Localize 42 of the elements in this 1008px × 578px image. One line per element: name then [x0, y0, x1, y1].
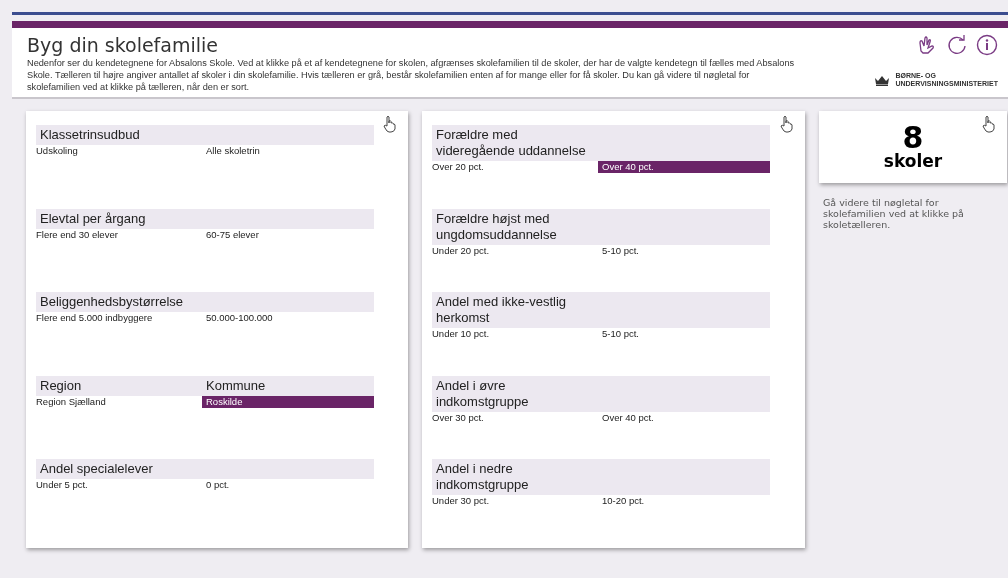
criterion-value[interactable]: Flere end 30 elever: [36, 228, 202, 241]
info-icon[interactable]: [976, 34, 998, 56]
hand-pointer-icon[interactable]: [779, 115, 795, 133]
counter-note: Gå videre til nøgletal for skolefamilien ved at klikke på skoletælleren.: [822, 196, 965, 230]
school-unit: skoler: [883, 152, 943, 170]
description-text: Nedenfor ser du kendetegnene for Absalons Skole. Ved at klikke på et af kendetegnene for skolen, afgrænses skolefamilien til de skoler, der har de valgte kendetegn til fælles med Absalons Skole. Tælleren til højre angiver antallet af skoler i din skolefamilie. Hvis tælleren er grå, består skolefamilien enten af for mange eller for få skoler. Du kan gå videre til nøgletal for skolefamilien ved at klikke på tælleren, når den er sort.: [27, 57, 796, 93]
hand-pointer-icon[interactable]: [981, 115, 997, 133]
criterion-title: Andel med ikke-vestlig herkomst: [436, 294, 568, 327]
criterion-value[interactable]: Under 5 pct.: [36, 479, 202, 492]
criterion-value[interactable]: 5-10 pct.: [598, 244, 770, 257]
criterion-title: Klassetrinsudbud: [40, 127, 141, 143]
school-counter[interactable]: 8 skoler: [819, 111, 1007, 183]
criterion-title: Andel i øvre indkomstgruppe: [436, 377, 530, 410]
criterion-title: Forældre med videregående uddannelse: [436, 127, 587, 159]
criterion-value[interactable]: Flere end 5.000 indbyggere: [36, 312, 202, 325]
criterion-value[interactable]: 0 pct.: [202, 479, 374, 492]
criterion-value[interactable]: 50.000-100.000: [202, 312, 374, 325]
criterion-title: Andel specialelever: [40, 461, 154, 478]
criterion-value[interactable]: Alle skoletrin: [202, 145, 374, 157]
criterion-title: Region: [40, 377, 83, 394]
criterion-title: Kommune: [206, 377, 267, 394]
criterion-value[interactable]: Under 10 pct.: [432, 328, 598, 341]
criterion-value[interactable]: 10-20 pct.: [598, 495, 770, 508]
criterion-title: Andel i nedre indkomstgruppe: [436, 461, 530, 494]
criterion-title: Beliggenhedsbystørrelse: [40, 294, 185, 311]
criterion-value[interactable]: Over 40 pct.: [598, 411, 770, 424]
criterion-value[interactable]: Under 20 pct.: [432, 244, 598, 257]
criterion-value[interactable]: Over 40 pct.: [598, 161, 770, 173]
criterion-value[interactable]: Udskoling: [36, 145, 202, 157]
crown-icon: [873, 74, 892, 86]
criterion-value[interactable]: Under 30 pct.: [432, 495, 598, 508]
criterion-title: Elevtal per årgang: [40, 210, 147, 227]
page-title: Byg din skolefamilie: [27, 34, 219, 56]
criterion-value[interactable]: Over 30 pct.: [432, 411, 598, 424]
criterion-title: Forældre højst med ungdomsuddannelse: [436, 210, 558, 243]
criterion-value[interactable]: Region Sjælland: [36, 395, 202, 408]
criterion-value[interactable]: Over 20 pct.: [432, 161, 598, 173]
criterion-value[interactable]: 5-10 pct.: [598, 328, 770, 341]
school-count: 8: [902, 124, 924, 152]
criterion-value[interactable]: 60-75 elever: [202, 228, 374, 241]
refresh-icon[interactable]: [946, 34, 968, 56]
hand-pointer-icon[interactable]: [382, 115, 398, 133]
